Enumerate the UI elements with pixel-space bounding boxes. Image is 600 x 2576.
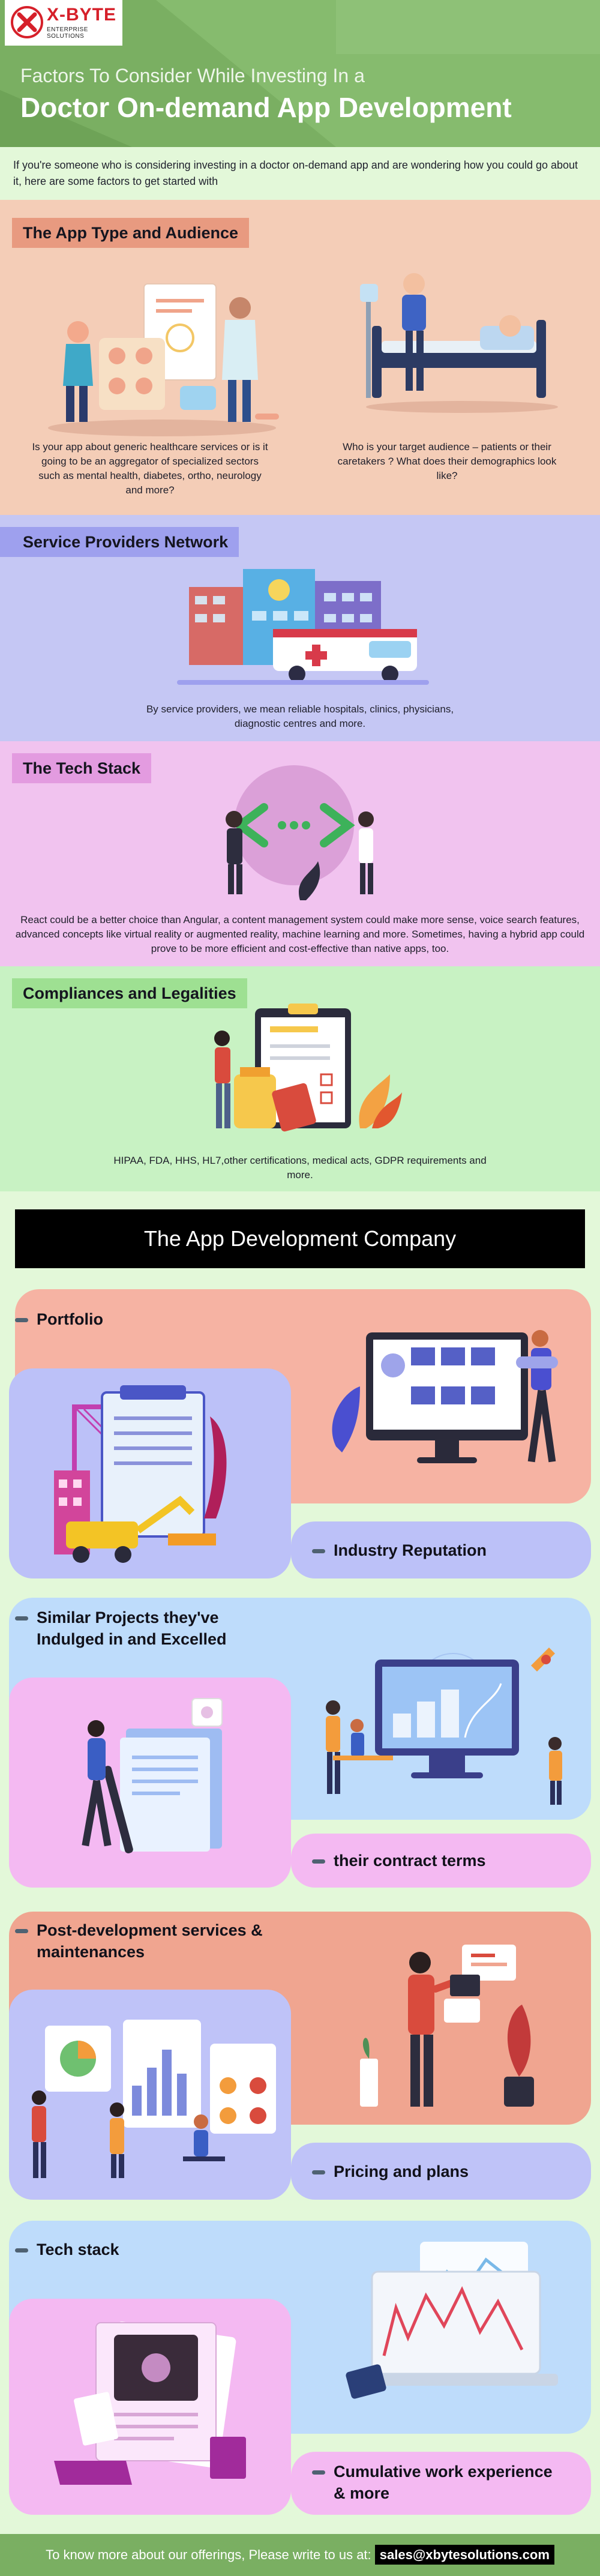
footer: To know more about our offerings, Please… (0, 2534, 600, 2576)
bullet-dash (15, 2248, 28, 2253)
bullet-dash (312, 1859, 325, 1864)
label-text-line1: Cumulative work experience (334, 2463, 553, 2481)
label-pricing-plans: Pricing and plans (312, 2161, 469, 2182)
label-text: Pricing and plans (334, 2162, 469, 2180)
bullet-dash (312, 2470, 325, 2475)
logo-name: X-BYTE (47, 5, 117, 25)
label-text-line2: & more (334, 2484, 390, 2502)
caption-compliances: HIPAA, FDA, HHS, HL7,other certification… (113, 1155, 487, 1181)
footer-text: To know more about our offerings, Please… (46, 2547, 371, 2562)
code-illustration-icon (226, 765, 374, 900)
label-text-line1: Similar Projects they've (37, 1608, 219, 1627)
hospital-ambulance-illustration-icon (177, 569, 429, 685)
label-text: their contract terms (334, 1852, 486, 1870)
contract-document-icon (82, 1698, 223, 1853)
infographic: X-BYTE ENTERPRISE SOLUTIONS Factors To C… (0, 0, 600, 2576)
page-title: Doctor On-demand App Development (20, 92, 512, 123)
maintenance-person-icon (360, 1945, 534, 2107)
section-app-type: The App Type and Audience Is your app ab… (0, 200, 600, 515)
logo[interactable]: X-BYTE ENTERPRISE SOLUTIONS (5, 0, 122, 46)
section-title: The App Type and Audience (12, 218, 250, 248)
label-tech-stack: Tech stack (15, 2239, 119, 2260)
label-text: Tech stack (37, 2240, 119, 2259)
projects-analytics-icon (326, 1648, 562, 1805)
label-text: Industry Reputation (334, 1541, 487, 1559)
label-text-line2: Indulged in and Excelled (37, 1630, 227, 1648)
title-line1: Factors To Consider While Investing In a (20, 65, 365, 86)
label-portfolio: Portfolio (15, 1308, 103, 1330)
pricing-charts-icon (32, 2020, 276, 2178)
experience-presentation-icon (54, 2322, 246, 2485)
portfolio-monitor-icon (332, 1330, 558, 1463)
label-contract-terms: their contract terms (312, 1850, 486, 1871)
label-text: Portfolio (37, 1310, 103, 1328)
section-service-providers: Service Providers Network By service pro… (0, 515, 600, 741)
label-text-line2: maintenances (37, 1943, 145, 1961)
logo-subtitle: ENTERPRISE SOLUTIONS (47, 26, 88, 40)
pharmacy-illustration-icon (48, 283, 279, 436)
bullet-dash (312, 1549, 325, 1554)
caption-app-type: Is your app about generic healthcare ser… (32, 441, 268, 496)
intro-text: If you're someone who is considering inv… (13, 159, 578, 187)
email-link[interactable]: sales@xbytesolutions.com (374, 2545, 554, 2565)
caption-audience: Who is your target audience – patients o… (337, 441, 557, 481)
laptop-graph-icon (346, 2242, 558, 2399)
bullet-dash (15, 1616, 28, 1621)
caption-service-providers: By service providers, we mean reliable h… (146, 703, 454, 729)
label-text-line1: Post-development services & (37, 1921, 263, 1939)
label-post-development: Post-development services & maintenances (15, 1919, 263, 1963)
section-compliances: Compliances and Legalities HIPAA, FDA, H… (0, 966, 600, 1191)
section-title: Service Providers Network (0, 527, 239, 557)
patient-bed-illustration-icon (360, 273, 558, 413)
clipboard-illustration-icon (214, 1004, 402, 1132)
bullet-dash (15, 1929, 28, 1934)
label-similar-projects: Similar Projects they've Indulged in and… (15, 1607, 227, 1650)
construction-document-icon (54, 1385, 227, 1563)
caption-tech-stack: React could be a better choice than Angu… (15, 914, 585, 954)
company-title: The App Development Company (15, 1209, 585, 1268)
bullet-dash (15, 1318, 28, 1323)
x-logo-icon (11, 6, 43, 38)
bullet-dash (312, 2170, 325, 2175)
label-industry-reputation: Industry Reputation (312, 1539, 487, 1561)
label-cumulative-experience: Cumulative work experience & more (312, 2461, 553, 2504)
section-title: The Tech Stack (12, 753, 152, 783)
section-tech-stack: The Tech Stack React could be a better c… (0, 741, 600, 966)
header-banner: X-BYTE ENTERPRISE SOLUTIONS Factors To C… (0, 0, 600, 147)
